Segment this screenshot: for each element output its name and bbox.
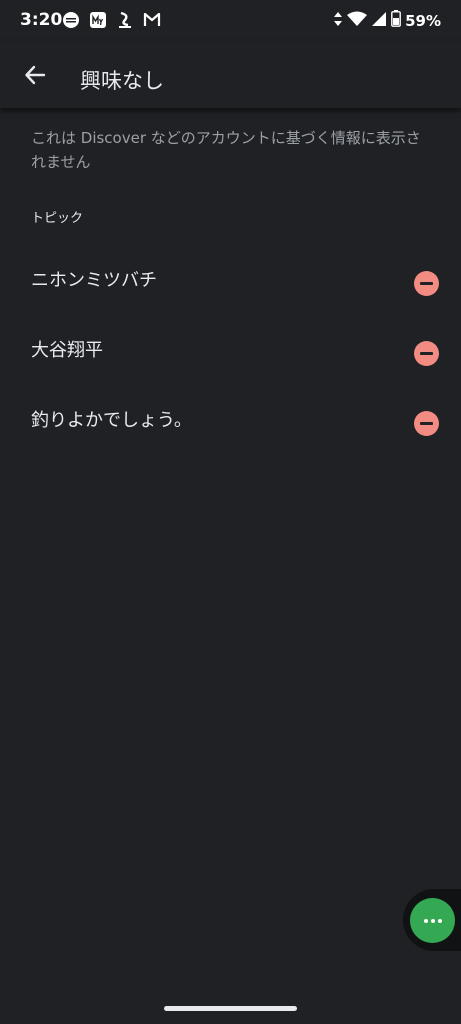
cellular-signal-icon [371, 11, 387, 31]
page-title: 興味なし [80, 69, 164, 93]
more-dots-icon [423, 918, 428, 923]
gmail-icon [143, 11, 161, 29]
data-activity-icon [333, 11, 343, 31]
battery-percent: 59% [405, 11, 441, 30]
dcm-icon [116, 11, 134, 29]
notification-icons [62, 11, 161, 29]
remove-topic-button[interactable] [414, 411, 439, 436]
more-dots-icon-dot [430, 918, 435, 923]
status-bar: 3:20 59% [0, 0, 461, 42]
remove-topic-button[interactable] [414, 271, 439, 296]
topic-row: 釣りよかでしょう。 [0, 387, 461, 457]
status-time: 3:20 [20, 10, 63, 30]
back-button[interactable] [18, 58, 52, 92]
arrow-back-icon [25, 65, 46, 85]
topic-label: 大谷翔平 [31, 340, 103, 361]
topic-label: 釣りよかでしょう。 [31, 410, 192, 431]
description-text: これは Discover などのアカウントに基づく情報に表示されません [31, 129, 421, 171]
minus-icon [420, 422, 433, 425]
more-dots-icon-dot [437, 918, 442, 923]
my-app-icon [89, 11, 107, 29]
app-bar: 興味なし [0, 42, 461, 108]
section-header-topics: トピック [31, 211, 84, 226]
battery-icon [391, 10, 401, 31]
minus-icon [420, 282, 433, 285]
screen: 3:20 59% 興味なし これは Discover などのアカウントに基づく情… [0, 0, 461, 1024]
minus-icon [420, 352, 433, 355]
topic-list: ニホンミツバチ 大谷翔平 釣りよかでしょう。 [0, 247, 461, 457]
topic-label: ニホンミツバチ [31, 270, 157, 291]
topic-row: 大谷翔平 [0, 317, 461, 387]
wifi-icon [347, 11, 368, 31]
topic-row: ニホンミツバチ [0, 247, 461, 317]
home-gesture-bar[interactable] [164, 1006, 297, 1011]
remove-topic-button[interactable] [414, 341, 439, 366]
status-right: 59% [333, 10, 441, 31]
chat-bubble-button[interactable] [410, 898, 455, 943]
app-notification-icon [62, 11, 80, 29]
